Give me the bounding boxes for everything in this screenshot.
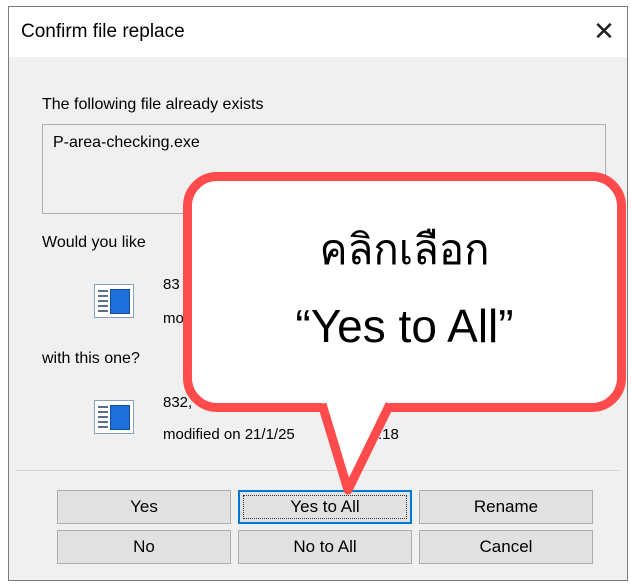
dialog-title: Confirm file replace: [21, 21, 185, 42]
callout-yes-to-all-text: “Yes to All”: [295, 300, 514, 352]
existing-file-size: 83: [163, 276, 180, 293]
yes-to-all-button[interactable]: Yes to All: [238, 490, 412, 524]
title-bar: Confirm file replace ✕: [9, 7, 627, 57]
with-label: with this one?: [42, 350, 140, 367]
new-file-modified: modified on 21/1/25: [163, 426, 295, 443]
yes-button[interactable]: Yes: [57, 490, 231, 524]
no-to-all-button[interactable]: No to All: [238, 530, 412, 564]
existing-file-modified: mo: [163, 310, 184, 327]
close-icon[interactable]: ✕: [581, 7, 627, 57]
new-file-time: :18: [378, 426, 399, 443]
callout-thai-text: คลิกเลือก: [319, 225, 490, 274]
rename-button[interactable]: Rename: [419, 490, 593, 524]
existing-file-icon: [94, 284, 134, 318]
question-label: Would you like: [42, 234, 146, 251]
exists-label: The following file already exists: [42, 96, 264, 113]
new-file-icon: [94, 400, 134, 434]
button-separator: [16, 470, 620, 471]
filename-text: P-area-checking.exe: [53, 134, 200, 151]
no-button[interactable]: No: [57, 530, 231, 564]
instruction-callout: คลิกเลือก “Yes to All”: [183, 172, 626, 412]
cancel-button[interactable]: Cancel: [419, 530, 593, 564]
